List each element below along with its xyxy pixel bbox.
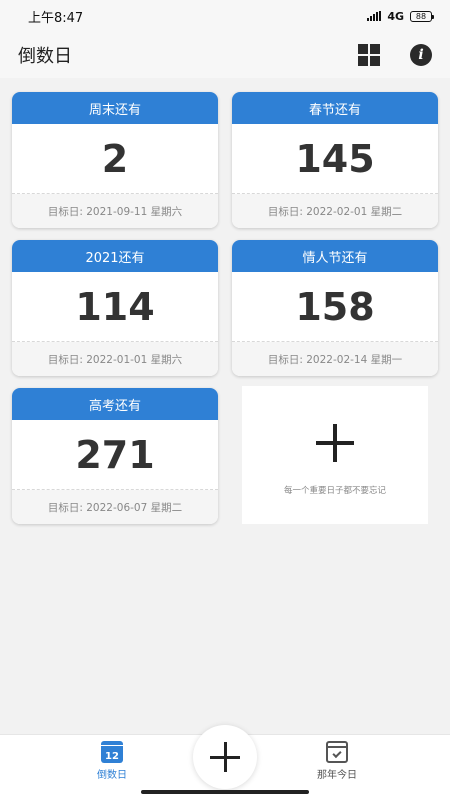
calendar-check-icon [326, 741, 348, 763]
signal-icon [367, 11, 382, 21]
card-target-date: 目标日: 2022-06-07 星期二 [12, 490, 218, 524]
grid-view-icon[interactable] [358, 44, 380, 66]
info-icon[interactable]: i [410, 44, 432, 66]
card-label: 周末还有 [12, 92, 218, 124]
card-days: 2 [12, 124, 218, 194]
countdown-card[interactable]: 情人节还有 158 目标日: 2022-02-14 星期一 [232, 240, 438, 376]
countdown-card[interactable]: 春节还有 145 目标日: 2022-02-01 星期二 [232, 92, 438, 228]
add-hint: 每一个重要日子都不要忘记 [283, 486, 386, 496]
card-target-date: 目标日: 2022-02-14 星期一 [232, 342, 438, 376]
card-days: 158 [232, 272, 438, 342]
card-label: 春节还有 [232, 92, 438, 124]
countdown-cards: 周末还有 2 目标日: 2021-09-11 星期六 春节还有 145 目标日:… [12, 92, 438, 524]
countdown-card[interactable]: 周末还有 2 目标日: 2021-09-11 星期六 [12, 92, 218, 228]
add-countdown-card[interactable]: 每一个重要日子都不要忘记 [242, 386, 428, 524]
status-indicators: 4G 88 [367, 9, 434, 23]
nav-label: 倒数日 [97, 770, 127, 781]
card-target-date: 目标日: 2021-09-11 星期六 [12, 194, 218, 228]
card-label: 情人节还有 [232, 240, 438, 272]
card-days: 271 [12, 420, 218, 490]
network-type: 4G [387, 9, 404, 23]
status-time: 上午8:47 [28, 10, 84, 26]
nav-label: 那年今日 [317, 770, 357, 781]
card-days: 145 [232, 124, 438, 194]
add-button[interactable] [193, 725, 257, 789]
app-bar: 倒数日 i [0, 32, 450, 78]
battery-icon: 88 [410, 10, 434, 22]
page-title: 倒数日 [18, 46, 72, 67]
status-bar: 上午8:47 4G 88 [0, 0, 450, 32]
card-label: 2021还有 [12, 240, 218, 272]
card-days: 114 [12, 272, 218, 342]
app-actions: i [358, 44, 432, 66]
calendar-icon: 12 [101, 741, 123, 763]
nav-countdown[interactable]: 12 倒数日 [72, 741, 152, 781]
card-target-date: 目标日: 2022-01-01 星期六 [12, 342, 218, 376]
countdown-card[interactable]: 2021还有 114 目标日: 2022-01-01 星期六 [12, 240, 218, 376]
plus-icon [316, 424, 354, 462]
countdown-card[interactable]: 高考还有 271 目标日: 2022-06-07 星期二 [12, 388, 218, 524]
home-indicator [141, 790, 309, 794]
card-label: 高考还有 [12, 388, 218, 420]
nav-on-this-day[interactable]: 那年今日 [297, 741, 377, 781]
card-target-date: 目标日: 2022-02-01 星期二 [232, 194, 438, 228]
